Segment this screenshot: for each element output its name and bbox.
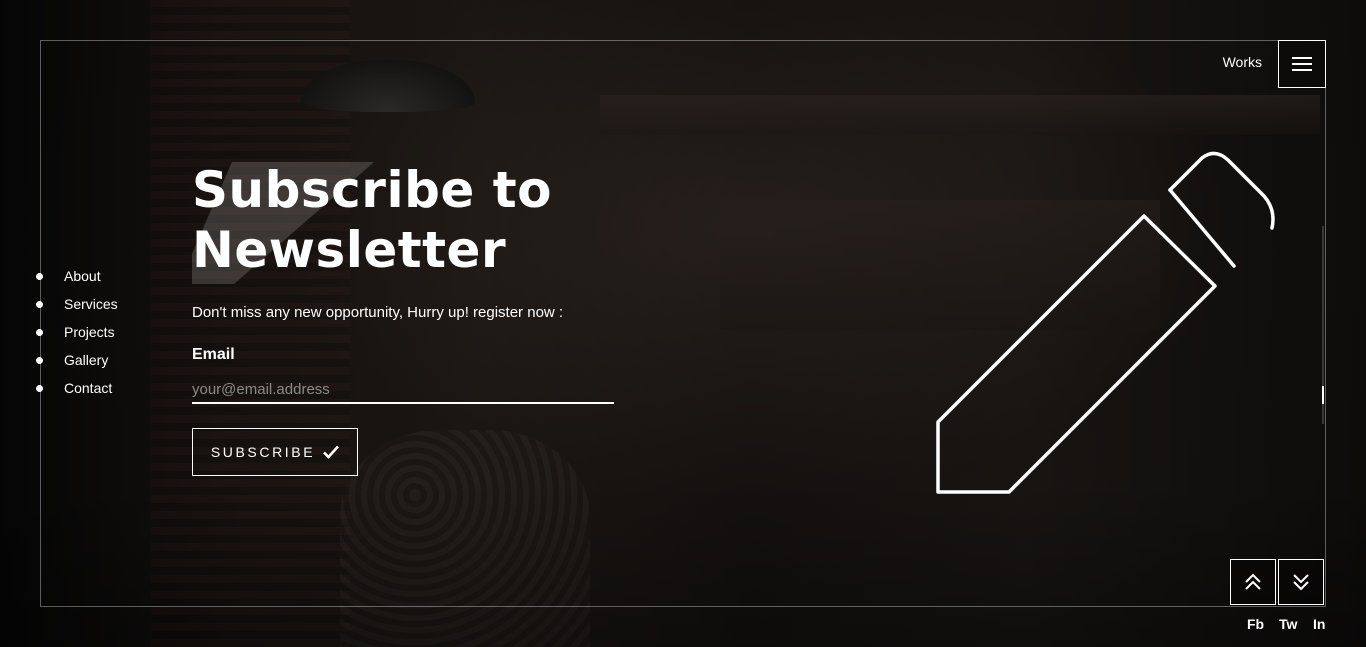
pen-icon: [936, 151, 1275, 494]
side-nav-label: Projects: [64, 324, 115, 340]
menu-button[interactable]: [1278, 40, 1326, 88]
scroll-up-button[interactable]: [1230, 559, 1276, 605]
hamburger-icon: [1292, 57, 1312, 71]
side-nav-label: Contact: [64, 380, 113, 396]
bullet-dot-icon: [36, 328, 43, 336]
subscribe-button-label: SUBSCRIBE: [210, 444, 316, 460]
side-nav-label: About: [64, 268, 101, 284]
side-nav-item-gallery[interactable]: Gallery: [36, 346, 118, 374]
works-link[interactable]: Works: [1223, 54, 1262, 70]
social-link-facebook[interactable]: Fb: [1247, 616, 1264, 632]
page-title-line-2: Newsletter: [192, 221, 507, 279]
email-label: Email: [192, 346, 235, 363]
subscribe-button[interactable]: SUBSCRIBE: [192, 428, 358, 476]
double-chevron-up-icon: [1245, 573, 1261, 590]
side-nav-item-services[interactable]: Services: [36, 290, 118, 318]
page-title: Subscribe to Newsletter: [192, 160, 552, 280]
bullet-dot-icon: [36, 356, 43, 364]
double-chevron-down-icon: [1293, 574, 1309, 591]
side-nav-item-contact[interactable]: Contact: [36, 374, 118, 402]
page-title-line-1: Subscribe to: [192, 161, 552, 219]
social-link-linkedin[interactable]: In: [1313, 616, 1325, 632]
email-field[interactable]: [192, 376, 614, 404]
scroll-indicator[interactable]: [1322, 386, 1324, 404]
side-nav-item-about[interactable]: About: [36, 262, 118, 290]
social-link-twitter[interactable]: Tw: [1279, 616, 1297, 632]
scroll-down-button[interactable]: [1278, 559, 1324, 605]
side-nav-item-projects[interactable]: Projects: [36, 318, 118, 346]
page-background: Works About Services Projects Gallery Co…: [0, 0, 1366, 647]
check-icon: [323, 445, 340, 459]
side-nav-label: Gallery: [64, 352, 109, 368]
bullet-dot-icon: [36, 300, 43, 308]
side-nav-label: Services: [64, 296, 118, 312]
bullet-dot-icon: [36, 384, 43, 392]
side-nav: About Services Projects Gallery Contact: [36, 262, 118, 402]
bullet-dot-icon: [36, 272, 43, 280]
newsletter-subtitle: Don't miss any new opportunity, Hurry up…: [192, 304, 564, 321]
